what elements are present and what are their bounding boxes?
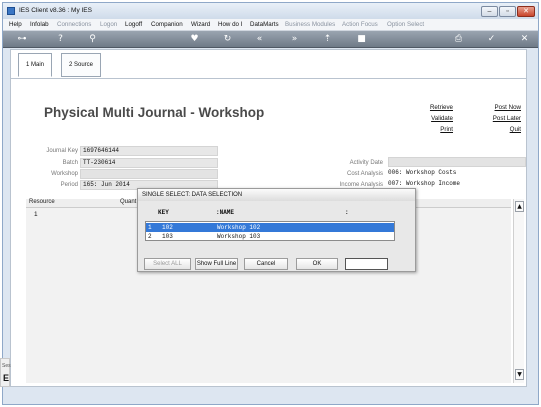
post-now-link[interactable]: Post Now <box>479 104 521 111</box>
list-item-key: 102 <box>162 224 173 231</box>
show-full-line-button[interactable]: Show Full Line <box>195 258 238 270</box>
batch-field[interactable]: TT-230614 <box>80 158 218 168</box>
activity-date-field[interactable] <box>388 157 526 167</box>
workshop-label: Workshop <box>51 171 78 177</box>
upload-icon[interactable]: ⇡ <box>321 33 334 46</box>
scroll-down-icon[interactable]: ▼ <box>515 369 524 380</box>
retrieve-link[interactable]: Retrieve <box>419 104 453 111</box>
menu-option-select[interactable]: Option Select <box>387 21 424 28</box>
name-column-header: :NAME <box>216 209 235 216</box>
tab-source[interactable]: 2 Source <box>61 53 101 77</box>
list-item[interactable]: 2 103 Workshop 103 <box>146 232 394 241</box>
side-panel-label: Ses <box>2 363 11 369</box>
scroll-up-icon[interactable]: ▲ <box>515 201 524 212</box>
app-icon <box>7 7 15 15</box>
refresh-icon[interactable]: ↻ <box>221 33 234 46</box>
batch-label: Batch <box>62 160 78 166</box>
back-icon[interactable]: « <box>253 33 266 46</box>
key-column-header: KEY <box>158 209 169 216</box>
menu-wizard[interactable]: Wizard <box>191 21 210 28</box>
post-later-link[interactable]: Post Later <box>479 115 521 122</box>
key-icon[interactable]: ⊶ <box>11 33 33 46</box>
select-all-button[interactable]: Select ALL <box>144 258 191 270</box>
menu-logon[interactable]: Logon <box>100 21 117 28</box>
list-item-name: Workshop 103 <box>217 233 261 240</box>
minimize-button[interactable]: – <box>481 6 498 17</box>
stop-icon[interactable]: ■ <box>355 33 368 46</box>
close-window-button[interactable]: ✕ <box>517 6 535 17</box>
workshop-field[interactable] <box>80 169 218 179</box>
title-bar: IES Client v8.36 : My IES – ▫ ✕ <box>3 3 538 19</box>
data-selection-dialog: SINGLE SELECT: DATA SELECTION KEY :NAME … <box>137 188 416 272</box>
journal-key-field[interactable]: 1697646144 <box>80 146 218 156</box>
menu-logoff[interactable]: Logoff <box>125 21 142 28</box>
print-icon[interactable]: ⎙ <box>452 33 465 46</box>
menu-datamarts[interactable]: DataMarts <box>250 21 279 28</box>
menu-infolab[interactable]: Infolab <box>30 21 49 28</box>
menu-bar: Help Infolab Connections Logon Logoff Co… <box>3 19 538 31</box>
cancel-button[interactable]: Cancel <box>244 258 288 270</box>
extra-column-header: : <box>345 209 349 216</box>
journal-key-label: Journal Key <box>46 148 78 154</box>
heart-icon[interactable]: ♥ <box>188 33 201 46</box>
quit-link[interactable]: Quit <box>479 126 521 133</box>
list-item-key: 103 <box>162 233 173 240</box>
side-panel-glyph: E <box>3 373 10 383</box>
vertical-scrollbar[interactable]: ▲ ▼ <box>513 199 524 383</box>
list-item-number: 1 <box>148 224 152 231</box>
page-title: Physical Multi Journal - Workshop <box>44 105 265 120</box>
period-label: Period <box>60 182 78 188</box>
menu-companion[interactable]: Companion <box>151 21 183 28</box>
window-title: IES Client v8.36 : My IES <box>19 7 92 14</box>
menu-connections[interactable]: Connections <box>57 21 91 28</box>
forward-icon[interactable]: » <box>288 33 301 46</box>
search-icon[interactable]: ⚲ <box>86 33 99 46</box>
selection-listbox[interactable]: 1 102 Workshop 102 2 103 Workshop 103 <box>145 221 395 241</box>
check-icon[interactable]: ✓ <box>485 33 498 46</box>
ok-button[interactable]: OK <box>296 258 338 270</box>
blank-button[interactable] <box>345 258 388 270</box>
menu-how-do-i[interactable]: How do I <box>218 21 242 28</box>
menu-business-modules[interactable]: Business Modules <box>285 21 335 28</box>
help-icon[interactable]: ? <box>54 33 67 46</box>
maximize-button[interactable]: ▫ <box>499 6 516 17</box>
grid-row-number[interactable]: 1 <box>34 211 38 218</box>
tab-strip: 1 Main 2 Source <box>10 49 527 79</box>
quantity-column-header[interactable]: Quant <box>120 199 136 205</box>
tab-main[interactable]: 1 Main <box>18 53 52 77</box>
activity-date-label: Activity Date <box>349 160 383 166</box>
menu-action-focus[interactable]: Action Focus <box>342 21 378 28</box>
validate-link[interactable]: Validate <box>419 115 453 122</box>
toolbar: ⊶ ? ⚲ ♥ ↻ « » ⇡ ■ ⎙ ✓ ✕ <box>3 31 538 48</box>
list-item-number: 2 <box>148 233 152 240</box>
list-item-name: Workshop 102 <box>217 224 261 231</box>
list-item[interactable]: 1 102 Workshop 102 <box>146 223 394 232</box>
close-icon[interactable]: ✕ <box>518 33 531 46</box>
menu-help[interactable]: Help <box>9 21 22 28</box>
cost-analysis-value[interactable]: 006: Workshop Costs <box>388 169 456 176</box>
dialog-title: SINGLE SELECT: DATA SELECTION <box>138 189 415 201</box>
cost-analysis-label: Cost Analysis <box>346 171 383 177</box>
print-link[interactable]: Print <box>419 126 453 133</box>
income-analysis-value[interactable]: 007: Workshop Income <box>388 180 460 187</box>
resource-column-header[interactable]: Resource <box>29 199 55 205</box>
side-panel-fragment: Ses E <box>0 358 11 387</box>
